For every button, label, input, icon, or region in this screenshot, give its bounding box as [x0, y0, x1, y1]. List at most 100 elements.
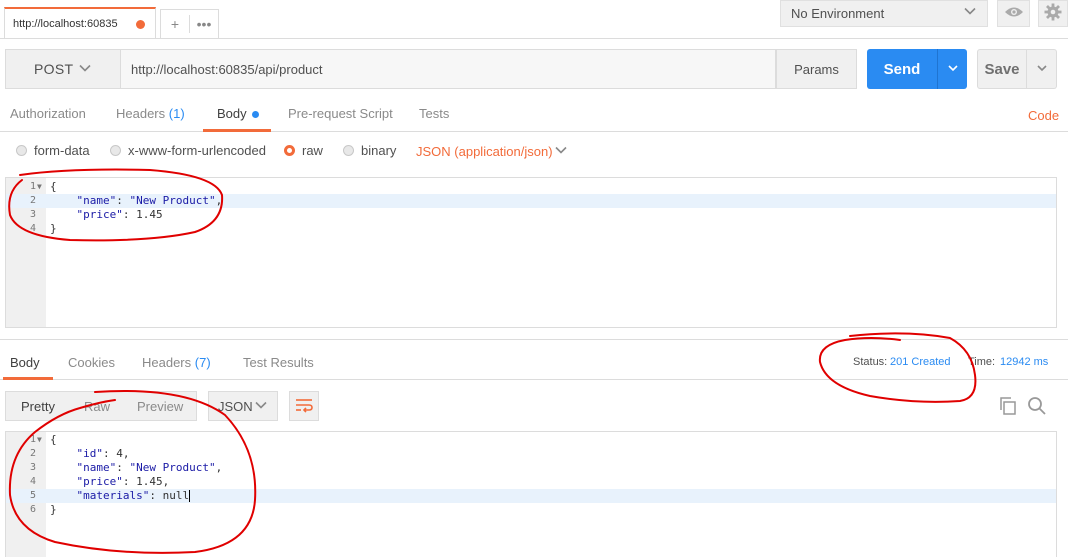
chevron-down-icon	[78, 61, 92, 78]
line-number: 2	[29, 448, 36, 459]
top-bar-divider	[0, 38, 1068, 39]
tab-prerequest-script[interactable]: Pre-request Script	[288, 106, 393, 121]
more-tabs-icon[interactable]: •••	[190, 16, 218, 32]
text-cursor	[189, 490, 191, 502]
params-button-label: Params	[794, 61, 839, 77]
top-bar: http://localhost:60835 + ••• No Environm…	[0, 0, 1068, 40]
chevron-down-icon	[963, 4, 977, 21]
line-number: 5	[29, 490, 36, 501]
response-format-value: JSON	[218, 398, 253, 414]
line-number: 4	[29, 223, 36, 234]
chevron-down-icon	[947, 62, 959, 77]
tab-headers-label: Headers	[116, 106, 166, 121]
line-number: 3	[29, 209, 36, 220]
line-number: 4	[29, 476, 36, 487]
line-number: 6	[29, 504, 36, 515]
resp-tab-test-results[interactable]: Test Results	[243, 355, 314, 370]
chevron-down-icon[interactable]	[554, 143, 568, 160]
fold-arrow-icon[interactable]: ▼	[37, 433, 42, 447]
tab-headers[interactable]: Headers (1)	[116, 106, 185, 121]
fold-arrow-icon[interactable]: ▼	[37, 180, 42, 194]
new-tab-icon[interactable]: +	[161, 16, 189, 32]
save-options-button[interactable]	[1027, 49, 1057, 89]
resp-tab-headers[interactable]: Headers (7)	[142, 355, 211, 370]
code-line: 2 "name": "New Product",	[6, 194, 1056, 208]
tab-authorization[interactable]: Authorization	[10, 106, 86, 121]
resp-tab-headers-count: (7)	[194, 355, 211, 370]
code-line: 2 "id": 4,	[6, 447, 1056, 461]
json-value: 1.45	[136, 475, 163, 488]
manage-environments-button[interactable]	[1038, 0, 1068, 27]
response-format-select[interactable]: JSON	[208, 391, 278, 421]
code-line: 4 "price": 1.45,	[6, 475, 1056, 489]
response-view-group: Pretty Raw Preview	[5, 391, 197, 421]
json-value: 4	[116, 447, 123, 460]
wrap-lines-button[interactable]	[289, 391, 319, 421]
json-key: "price"	[76, 475, 123, 488]
send-button[interactable]: Send	[867, 49, 937, 89]
json-key: "materials"	[76, 489, 150, 502]
line-number: 1	[29, 181, 36, 192]
code-link[interactable]: Code	[1028, 108, 1059, 123]
code-line: 6 }	[6, 503, 1056, 517]
environment-select[interactable]: No Environment	[780, 0, 988, 27]
method-value: POST	[34, 61, 74, 77]
tab-headers-count: (1)	[168, 106, 185, 121]
environment-quick-look-button[interactable]	[997, 0, 1030, 27]
radio-urlencoded[interactable]: x-www-form-urlencoded	[110, 143, 266, 158]
code-text: "name": "New Product",	[76, 194, 223, 207]
eye-icon	[1004, 5, 1024, 22]
radio-binary[interactable]: binary	[343, 143, 396, 158]
code-text: "name": "New Product",	[76, 461, 223, 474]
code-text: {	[50, 180, 57, 193]
content-type-select[interactable]: JSON (application/json)	[416, 144, 553, 159]
code-text: "price": 1.45,	[76, 475, 170, 488]
chevron-down-icon	[1036, 62, 1048, 77]
gear-icon	[1044, 3, 1062, 24]
send-button-label: Send	[883, 60, 921, 78]
request-tabs: Authorization Headers (1) Body Pre-reque…	[0, 96, 1068, 132]
json-value: "New Product"	[129, 194, 216, 207]
wrap-lines-icon	[295, 397, 313, 416]
code-text: "id": 4,	[76, 447, 130, 460]
tab-actions: + •••	[160, 9, 219, 39]
json-value: null	[162, 489, 190, 502]
chevron-down-icon	[254, 398, 268, 415]
copy-icon[interactable]	[998, 396, 1018, 416]
radio-circle-icon	[16, 145, 27, 156]
url-input[interactable]	[121, 49, 776, 89]
send-options-button[interactable]	[937, 49, 967, 89]
save-button-label: Save	[984, 60, 1020, 78]
resp-tab-body[interactable]: Body	[10, 355, 40, 370]
request-tab[interactable]: http://localhost:60835	[4, 7, 156, 39]
request-body-editor[interactable]: 1 ▼ { 2 "name": "New Product", 3 "price"…	[5, 177, 1057, 328]
status-value[interactable]: 201 Created	[890, 356, 951, 368]
json-value: "New Product"	[129, 461, 216, 474]
code-text: "price": 1.45	[76, 208, 163, 221]
json-value: 1.45	[136, 208, 163, 221]
json-key: "name"	[76, 194, 117, 207]
environment-select-value: No Environment	[791, 6, 885, 21]
line-number: 2	[29, 195, 36, 206]
radio-selected-icon	[284, 145, 295, 156]
save-button[interactable]: Save	[977, 49, 1027, 89]
radio-raw[interactable]: raw	[284, 143, 323, 158]
radio-raw-label: raw	[302, 143, 323, 158]
tab-tests[interactable]: Tests	[419, 106, 449, 121]
active-tab-indicator	[203, 129, 271, 132]
tab-body[interactable]: Body	[217, 106, 259, 121]
active-tab-indicator	[3, 377, 53, 380]
code-line: 4 }	[6, 222, 1056, 236]
radio-form-data[interactable]: form-data	[16, 143, 90, 158]
unsaved-dot-icon	[136, 20, 145, 29]
time-value[interactable]: 12942 ms	[1000, 356, 1048, 368]
view-pretty-button[interactable]: Pretty	[21, 399, 55, 414]
view-raw-button[interactable]: Raw	[84, 399, 110, 414]
line-number: 1	[29, 434, 36, 445]
view-preview-button[interactable]: Preview	[137, 399, 183, 414]
resp-tab-cookies[interactable]: Cookies	[68, 355, 115, 370]
response-body-viewer[interactable]: 1 ▼ { 2 "id": 4, 3 "name": "New Product"…	[5, 431, 1057, 557]
params-button[interactable]: Params	[776, 49, 857, 89]
search-icon[interactable]	[1027, 396, 1047, 416]
method-select[interactable]: POST	[5, 49, 121, 89]
